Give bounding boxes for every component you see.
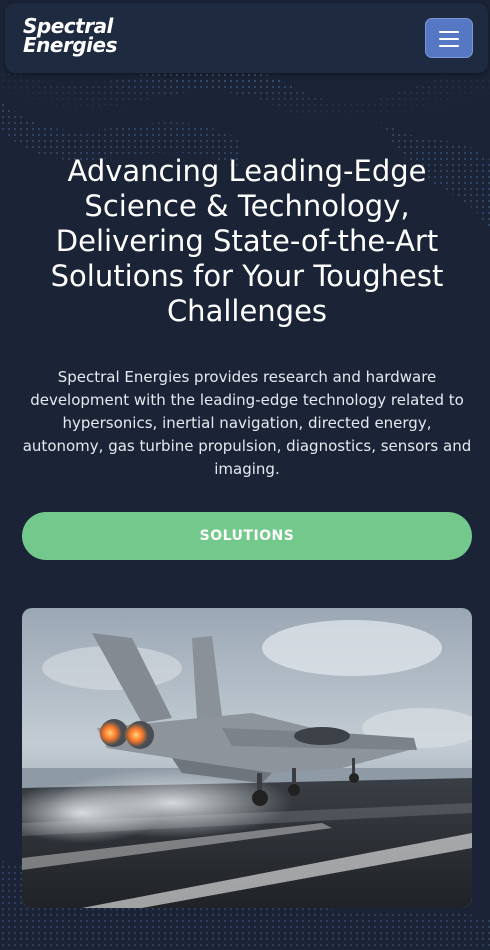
- brand-logo[interactable]: Spectral Energies: [23, 16, 117, 57]
- hero-headline: Advancing Leading-Edge Science & Technol…: [50, 154, 444, 328]
- solutions-button[interactable]: SOLUTIONS: [22, 512, 472, 560]
- hero-description: Spectral Energies provides research and …: [22, 368, 472, 478]
- fighter-jet-carrier-launch-image: [22, 608, 472, 908]
- menu-toggle-button[interactable]: [425, 18, 473, 58]
- brand-logo-line2: Energies: [23, 33, 117, 57]
- top-navbar: Spectral Energies: [5, 3, 488, 73]
